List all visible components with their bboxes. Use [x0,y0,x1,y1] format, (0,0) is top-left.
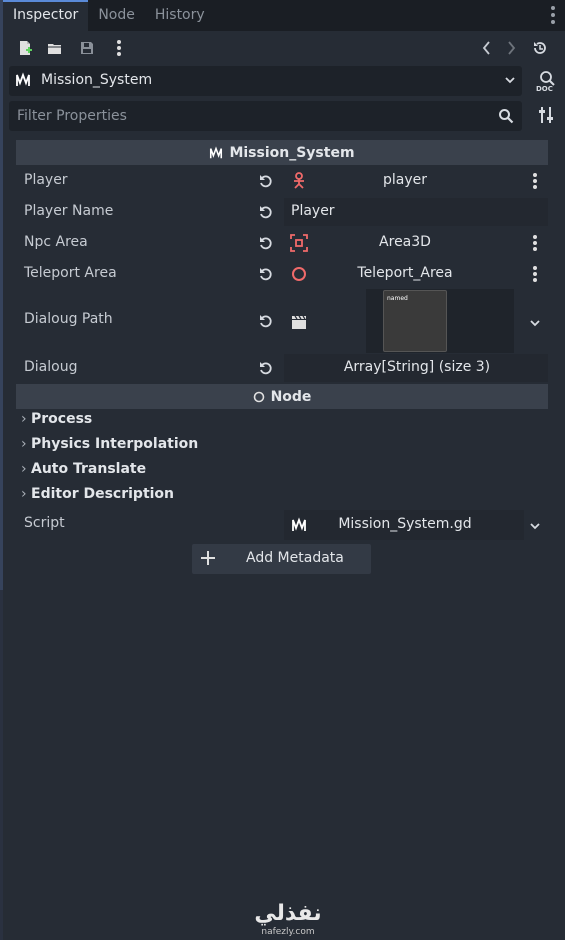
group-physics-interpolation[interactable]: › Physics Interpolation [21,436,198,452]
property-menu-icon[interactable] [533,266,537,282]
new-script-icon[interactable] [15,38,35,58]
add-metadata-button[interactable]: Add Metadata [192,544,371,574]
group-editor-description[interactable]: › Editor Description [21,486,174,502]
group-process[interactable]: › Process [21,411,92,427]
save-icon[interactable] [77,38,97,58]
property-menu-icon[interactable] [533,173,537,189]
tab-node[interactable]: Node [88,0,145,31]
chevron-down-icon[interactable] [504,74,516,90]
group-auto-translate[interactable]: › Auto Translate [21,461,146,477]
object-menu-icon[interactable] [109,38,129,58]
plus-icon [201,551,215,565]
property-teleport-area: Teleport Area Teleport_Area [16,260,548,288]
property-npc-area: Npc Area Area3D [16,229,548,257]
history-forward-icon[interactable] [501,38,521,58]
section-title: Mission_System [229,144,355,161]
watermark-arabic: نفذلي [254,901,322,926]
script-value[interactable]: Mission_System.gd [286,516,524,532]
script-icon [210,145,223,158]
revert-icon[interactable] [258,360,274,376]
property-label: Dialoug [24,359,78,375]
property-value[interactable]: Area3D [286,234,524,250]
tools-icon[interactable] [537,105,555,127]
dock-tabs: Inspector Node History [3,0,565,31]
property-menu-icon[interactable] [533,235,537,251]
property-value[interactable]: player [286,172,524,188]
group-label: Physics Interpolation [31,436,199,452]
filter-properties[interactable] [9,101,522,131]
property-label: Npc Area [24,234,88,250]
object-name: Mission_System [41,72,153,88]
resource-thumbnail[interactable]: named [383,290,447,352]
property-label: Script [24,515,65,531]
history-back-icon[interactable] [477,38,497,58]
group-label: Process [31,411,93,427]
section-header-node: Node [16,384,548,409]
inspector-panel: Mission_System DOC Mission_System Player… [3,31,565,940]
add-metadata-label: Add Metadata [246,550,344,566]
property-script: Script Mission_System.gd [16,510,548,540]
player-name-input[interactable]: Player [291,203,548,219]
thumbnail-text: named [387,295,408,302]
property-label: Player [24,172,68,188]
property-player-name: Player Name Player [16,198,548,226]
svg-text:DOC: DOC [536,85,553,93]
property-label: Player Name [24,203,114,219]
doc-icon[interactable]: DOC [535,69,557,93]
property-player: Player player [16,167,548,195]
tab-inspector[interactable]: Inspector [3,0,89,31]
chevron-down-icon[interactable] [529,520,541,532]
group-label: Editor Description [31,486,175,502]
property-value[interactable]: Teleport_Area [286,265,524,281]
property-dialoug: Dialoug Array[String] (size 3) [16,354,548,382]
open-icon[interactable] [45,38,65,58]
revert-icon[interactable] [258,204,274,220]
property-label: Dialoug Path [24,311,113,327]
section-title: Node [270,388,312,405]
inspector-toolbar [3,31,565,64]
tab-history[interactable]: History [145,0,215,31]
revert-icon[interactable] [258,313,274,329]
chevron-right-icon: › [21,461,27,477]
search-icon [498,108,514,128]
clapper-icon [292,315,306,329]
property-dialoug-path: Dialoug Path named [16,289,548,353]
chevron-down-icon[interactable] [529,317,541,329]
object-history-icon[interactable] [530,38,550,58]
node-icon [253,391,264,402]
chevron-right-icon: › [21,436,27,452]
dock-menu-icon[interactable] [551,6,555,24]
revert-icon[interactable] [258,173,274,189]
revert-icon[interactable] [258,266,274,282]
array-value-button[interactable]: Array[String] (size 3) [286,359,548,375]
revert-icon[interactable] [258,235,274,251]
section-header-script: Mission_System [16,140,548,165]
chevron-right-icon: › [21,486,27,502]
chevron-right-icon: › [21,411,27,427]
property-label: Teleport Area [24,265,117,281]
watermark-logo: نفذلي nafezly.com [243,901,333,937]
object-selector[interactable]: Mission_System [9,66,522,96]
watermark-latin: nafezly.com [261,927,315,937]
script-icon [15,72,31,92]
group-label: Auto Translate [31,461,147,477]
filter-input[interactable] [9,101,522,131]
